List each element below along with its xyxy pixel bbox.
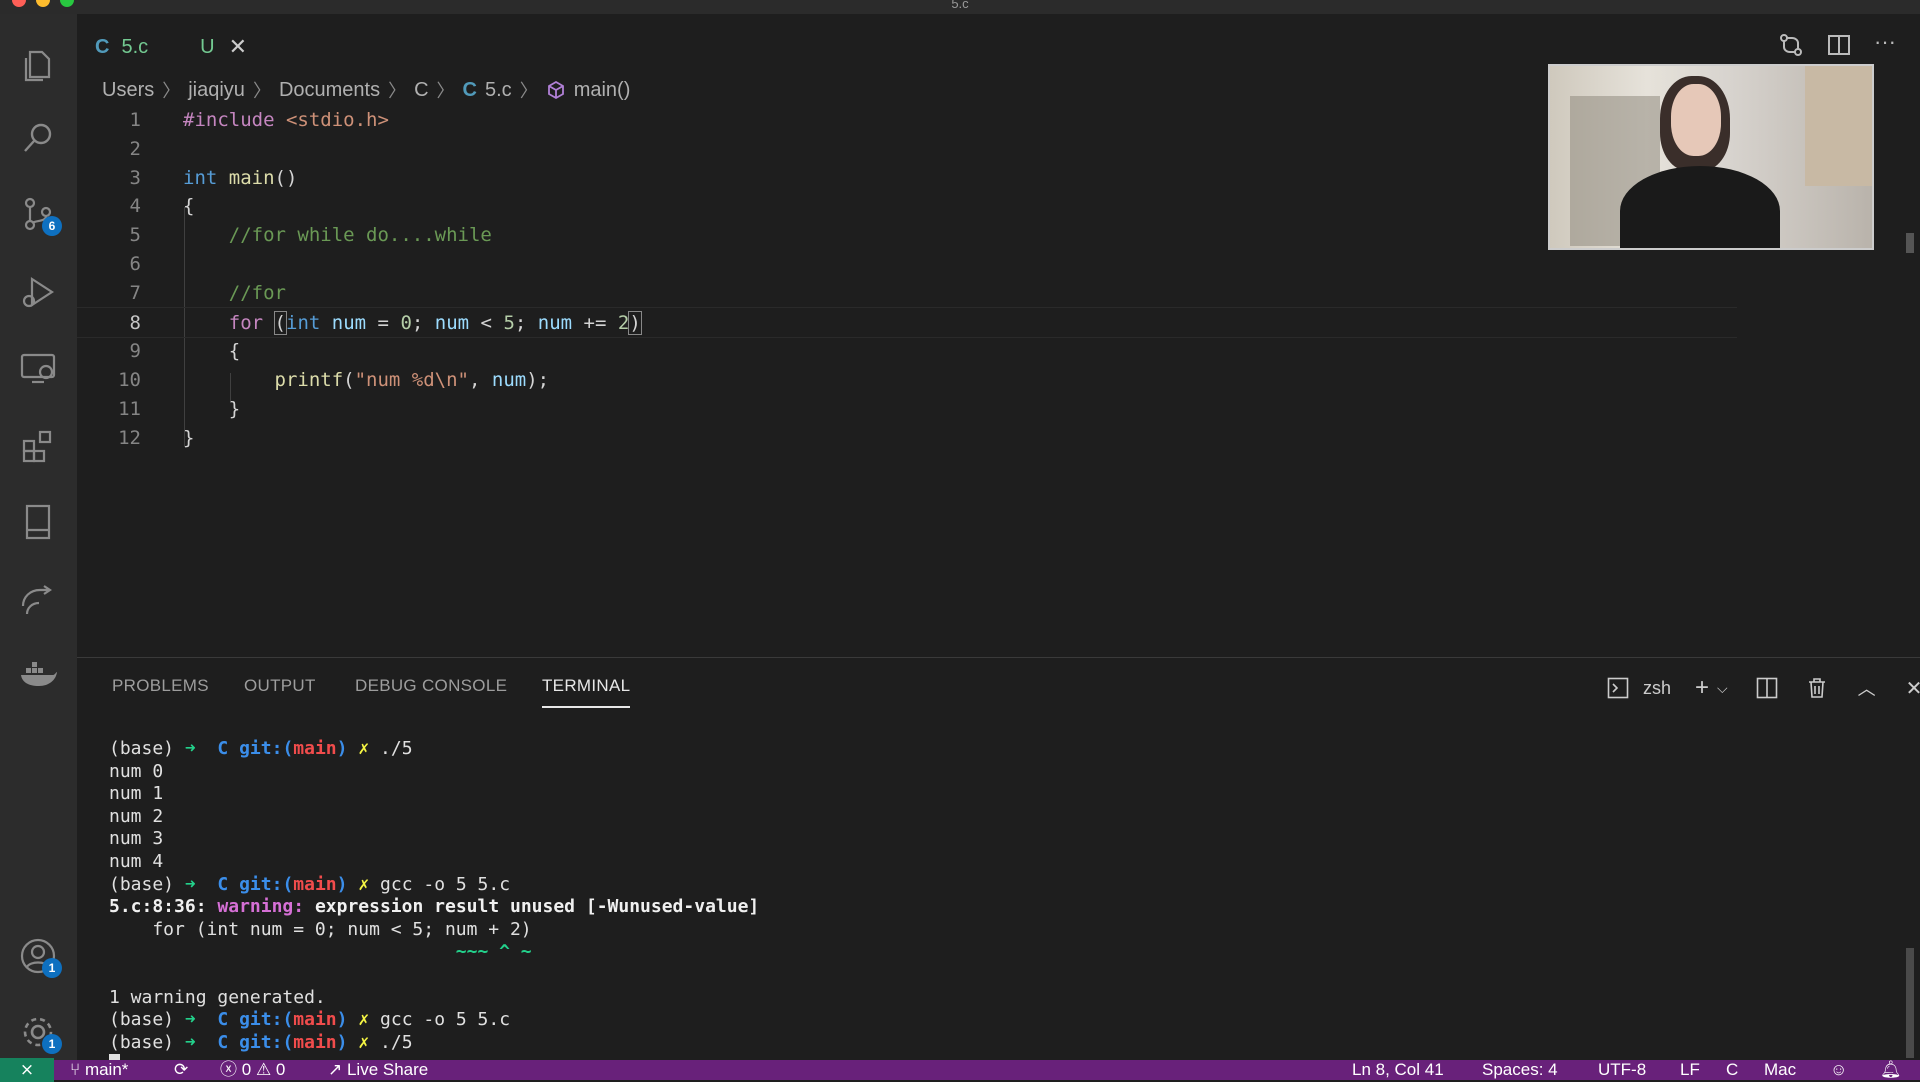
tab-terminal[interactable]: TERMINAL — [542, 676, 631, 708]
activity-bar: 6 1 1 — [0, 14, 77, 1060]
indentation-status[interactable]: Spaces: 4 — [1482, 1058, 1558, 1082]
explorer-icon[interactable] — [14, 42, 62, 90]
terminal-output[interactable]: (base) ➜ C git:(main) ✗ ./5 num 0 num 1 … — [109, 738, 759, 1077]
breadcrumb: Users 〉 jiaqiyu 〉 Documents 〉 C 〉 C 5.c 〉 mai… — [102, 78, 631, 102]
notebook-icon[interactable] — [14, 498, 62, 546]
search-icon[interactable] — [14, 114, 62, 162]
maximize-panel-icon[interactable]: ︿ — [1858, 675, 1876, 701]
source-control-badge: 6 — [42, 216, 62, 236]
breadcrumb-documents[interactable]: Documents — [279, 79, 380, 102]
c-file-icon: C — [462, 78, 477, 101]
zoom-window-button[interactable] — [60, 0, 74, 7]
c-file-icon: C — [95, 35, 110, 58]
code-line: 1 #include <stdio.h> — [129, 108, 389, 131]
code-line: 7 //for — [129, 281, 286, 304]
accounts-badge: 1 — [42, 958, 62, 978]
tab-debug-console[interactable]: DEBUG CONSOLE — [355, 676, 507, 696]
docker-icon[interactable] — [14, 650, 62, 698]
breadcrumb-file[interactable]: 5.c — [485, 79, 512, 102]
split-editor-icon[interactable] — [1826, 32, 1852, 58]
code-line: 2 — [129, 137, 141, 160]
cursor-position[interactable]: Ln 8, Col 41 — [1352, 1058, 1444, 1082]
live-share-status[interactable]: ↗ Live Share — [328, 1058, 428, 1082]
run-debug-icon[interactable] — [14, 268, 62, 316]
breadcrumb-symbol[interactable]: main() — [574, 79, 631, 102]
problems-status[interactable]: ⓧ 0 ⚠ 0 — [220, 1058, 285, 1082]
breadcrumb-jiaqiyu[interactable]: jiaqiyu — [188, 79, 245, 102]
remote-explorer-icon[interactable] — [14, 344, 62, 392]
editor-actions: ··· — [1778, 31, 1896, 58]
webcam-overlay — [1548, 64, 1874, 250]
trash-icon[interactable] — [1806, 677, 1828, 699]
tab-problems[interactable]: PROBLEMS — [112, 676, 209, 696]
code-line: 10 printf("num %d\n", num); — [118, 368, 550, 391]
close-icon[interactable]: ✕ — [229, 34, 247, 60]
tab-output[interactable]: OUTPUT — [244, 676, 316, 696]
remote-icon: ⨯ — [19, 1060, 35, 1079]
method-cube-icon — [547, 80, 564, 100]
code-line: 9 { — [129, 339, 241, 362]
editor-scrollbar[interactable] — [1906, 233, 1914, 253]
status-bar: ⨯ ⑂ main* ⟳ ⓧ 0 ⚠ 0 ↗ Live Share Ln 8, C… — [0, 1058, 1920, 1082]
bottom-panel: PROBLEMS OUTPUT DEBUG CONSOLE TERMINAL z… — [77, 657, 1920, 1076]
shell-name[interactable]: zsh — [1643, 678, 1671, 699]
feedback-icon[interactable]: ☺ — [1830, 1058, 1847, 1082]
code-line: 6 — [129, 252, 141, 275]
error-icon: ⓧ — [220, 1060, 242, 1079]
live-share-icon[interactable] — [14, 576, 62, 624]
extensions-icon[interactable] — [14, 422, 62, 470]
current-code-line: 8 for (int num = 0; num < 5; num += 2) — [77, 307, 1737, 338]
minimize-window-button[interactable] — [36, 0, 50, 7]
code-line: 12} — [118, 426, 195, 449]
warning-icon: ⚠ — [255, 1060, 276, 1079]
title-bar: 5.c — [0, 0, 1920, 14]
close-panel-icon[interactable]: ✕ — [1906, 676, 1920, 701]
code-line: 3 int main() — [129, 166, 298, 189]
branch-icon: ⑂ — [70, 1060, 85, 1079]
breadcrumb-users[interactable]: Users — [102, 79, 154, 102]
breadcrumb-c[interactable]: C — [414, 79, 428, 102]
split-terminal-icon[interactable] — [1756, 677, 1778, 699]
sync-icon[interactable]: ⟳ — [174, 1058, 188, 1082]
manage-badge: 1 — [42, 1034, 62, 1054]
chevron-down-icon[interactable]: ⌵ — [1717, 680, 1728, 697]
encoding-status[interactable]: UTF-8 — [1598, 1058, 1646, 1082]
gear-icon[interactable]: 1 — [14, 1008, 62, 1056]
untracked-badge: U — [200, 35, 215, 58]
tab-label: 5.c — [121, 35, 149, 58]
platform-status[interactable]: Mac — [1764, 1058, 1796, 1082]
branch-status[interactable]: ⑂ main* — [70, 1058, 128, 1082]
close-window-button[interactable] — [12, 0, 26, 7]
more-actions-icon[interactable]: ··· — [1874, 31, 1896, 58]
window-title: 5.c — [951, 0, 969, 11]
source-control-icon[interactable]: 6 — [14, 190, 62, 238]
language-status[interactable]: C — [1726, 1058, 1738, 1082]
remote-indicator[interactable]: ⨯ — [0, 1058, 54, 1082]
terminal-scrollbar[interactable] — [1906, 948, 1914, 1058]
terminal-actions: zsh + ⌵ ︿ ✕ — [1607, 674, 1920, 702]
terminal-icon — [1607, 677, 1629, 699]
accounts-icon[interactable]: 1 — [14, 932, 62, 980]
eol-status[interactable]: LF — [1680, 1058, 1700, 1082]
open-changes-icon[interactable] — [1778, 32, 1804, 58]
code-line: 5 //for while do....while — [129, 223, 492, 246]
code-line: 4{ — [129, 194, 195, 217]
live-share-icon: ↗ — [328, 1060, 347, 1079]
code-line: 11 } — [118, 397, 241, 420]
tab-5c[interactable]: C 5.c U ✕ — [95, 32, 247, 62]
bell-icon[interactable]: 🔔︎ — [1880, 1058, 1902, 1082]
new-terminal-icon[interactable]: + — [1695, 674, 1709, 702]
